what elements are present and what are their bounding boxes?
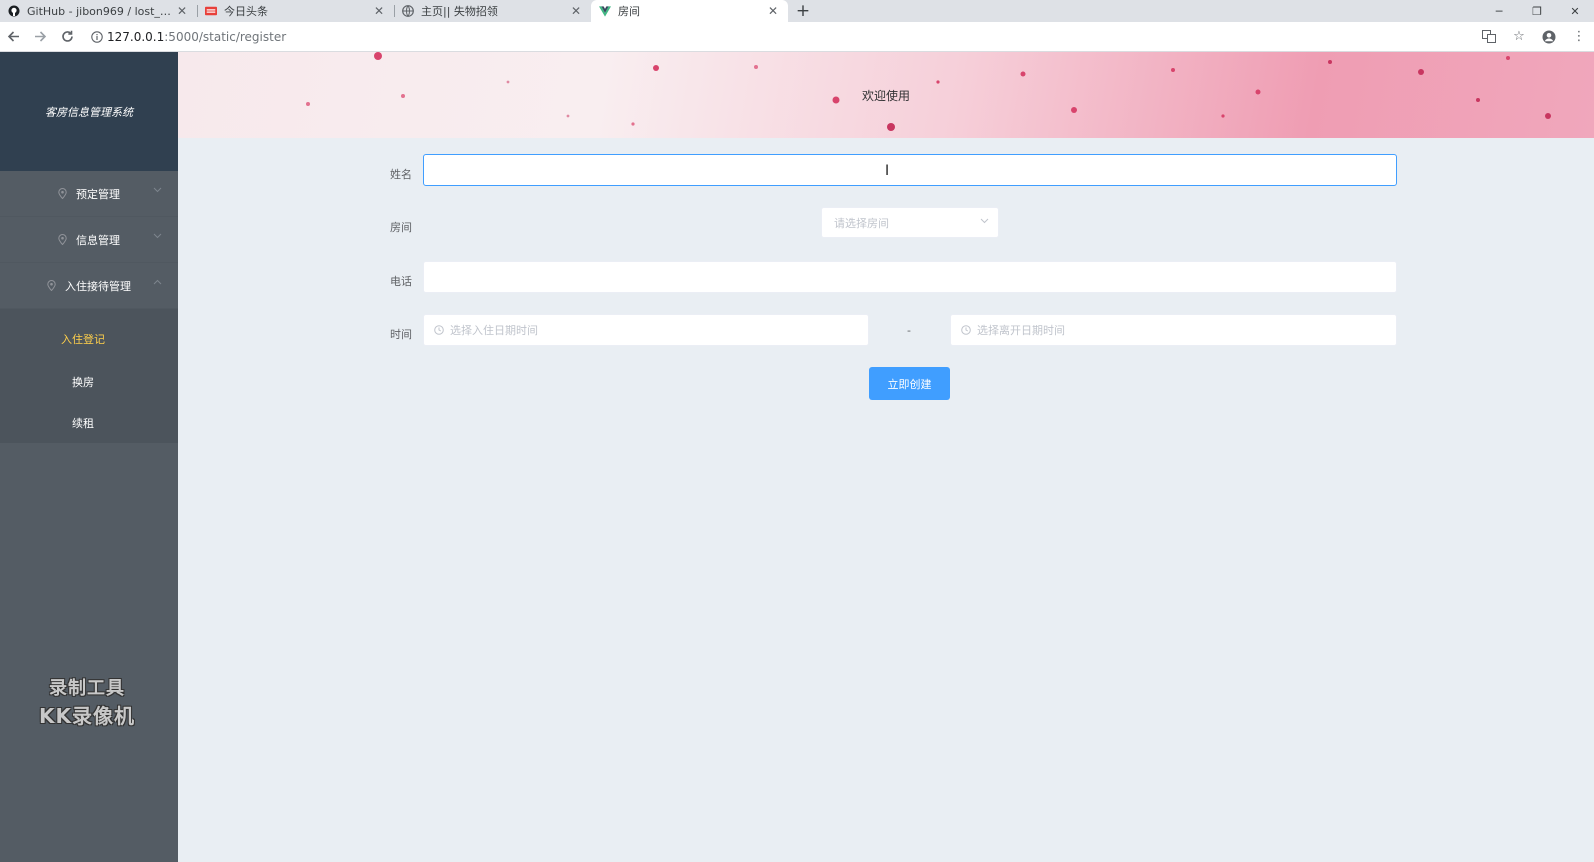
text-cursor-icon: I — [885, 163, 890, 179]
phone-label: 电话 — [390, 275, 412, 288]
checkout-datetime-picker[interactable]: 选择离开日期时间 — [950, 314, 1397, 346]
watermark-line-1: 录制工具 — [49, 678, 125, 699]
chevron-down-icon — [153, 233, 162, 239]
tab-title: 主页|| 失物招领 — [421, 5, 498, 18]
location-icon — [58, 188, 67, 199]
watermark-line-2: KK录像机 — [39, 704, 135, 728]
address-bar[interactable]: 127.0.0.1:5000/static/register — [87, 25, 1474, 49]
name-input[interactable]: I — [423, 154, 1397, 186]
room-select-placeholder: 请选择房间 — [834, 216, 889, 230]
forward-icon[interactable] — [27, 24, 54, 50]
range-separator: - — [907, 324, 911, 337]
room-select[interactable]: 请选择房间 — [821, 207, 999, 238]
location-icon — [47, 280, 56, 291]
back-icon[interactable] — [0, 24, 27, 50]
translate-icon[interactable] — [1474, 30, 1504, 43]
close-tab-icon[interactable]: ✕ — [372, 4, 386, 18]
clock-icon — [961, 325, 971, 335]
toutiao-icon — [205, 5, 217, 17]
menu-label: 入住接待管理 — [65, 279, 131, 293]
info-icon[interactable] — [87, 30, 107, 43]
room-label: 房间 — [390, 221, 412, 234]
close-tab-icon[interactable]: ✕ — [175, 4, 189, 18]
browser-toolbar: 127.0.0.1:5000/static/register ☆ ⋮ — [0, 22, 1594, 52]
browser-tab-toutiao[interactable]: 今日头条 ✕ — [197, 0, 394, 22]
browser-tab-bar: GitHub - jibon969 / lost_and_ ✕ 今日头条 ✕ 主… — [0, 0, 1594, 22]
submenu-item-change-room[interactable]: 换房 — [0, 361, 178, 402]
github-icon — [8, 5, 20, 17]
tab-title: GitHub - jibon969 / lost_and_ — [27, 4, 175, 18]
name-label: 姓名 — [390, 168, 412, 181]
app-root: 客房信息管理系统 预定管理 信息管理 入住接待管理 入住登记 换房 续租 录制工… — [0, 52, 1594, 862]
chevron-up-icon — [153, 279, 162, 285]
create-now-button[interactable]: 立即创建 — [869, 367, 950, 400]
sidebar: 客房信息管理系统 预定管理 信息管理 入住接待管理 入住登记 换房 续租 录制工… — [0, 52, 178, 862]
account-icon[interactable] — [1534, 30, 1564, 44]
close-tab-icon[interactable]: ✕ — [766, 4, 780, 18]
checkout-placeholder: 选择离开日期时间 — [977, 324, 1065, 337]
time-label: 时间 — [390, 328, 412, 341]
browser-tab-lost-found[interactable]: 主页|| 失物招领 ✕ — [394, 0, 591, 22]
page-title: 欢迎使用 — [861, 88, 910, 103]
phone-input[interactable] — [423, 261, 1397, 293]
star-icon[interactable]: ☆ — [1504, 29, 1534, 44]
globe-icon — [402, 5, 414, 17]
main-content: 欢迎使用 姓名 I 房间 请选择房间 电话 时间 选择入住日期时间 - 选择离开… — [178, 52, 1594, 862]
menu-label: 信息管理 — [76, 233, 120, 247]
vue-icon — [599, 5, 611, 17]
tab-title: 今日头条 — [224, 5, 268, 18]
submenu-item-checkin-register[interactable]: 入住登记 — [0, 309, 178, 361]
recorder-watermark: 录制工具 KK录像机 — [22, 674, 152, 729]
menu-label: 预定管理 — [76, 187, 120, 201]
clock-icon — [434, 325, 444, 335]
submenu-checkin: 入住登记 换房 续租 — [0, 309, 178, 443]
chevron-down-icon — [153, 187, 162, 193]
chevron-down-icon — [980, 218, 989, 224]
checkin-datetime-picker[interactable]: 选择入住日期时间 — [423, 314, 869, 346]
tab-title: 房间 — [618, 5, 640, 18]
window-controls: ─ ❐ ✕ — [1480, 0, 1594, 22]
browser-tab-room[interactable]: 房间 ✕ — [591, 0, 788, 22]
menu-kebab-icon[interactable]: ⋮ — [1564, 29, 1594, 44]
reload-icon[interactable] — [54, 24, 81, 50]
browser-tab-github[interactable]: GitHub - jibon969 / lost_and_ ✕ — [0, 0, 197, 22]
close-window-icon[interactable]: ✕ — [1556, 0, 1594, 22]
location-icon — [58, 234, 67, 245]
restore-icon[interactable]: ❐ — [1518, 0, 1556, 22]
checkin-placeholder: 选择入住日期时间 — [450, 324, 538, 337]
menu-information[interactable]: 信息管理 — [0, 217, 178, 263]
menu-checkin-reception[interactable]: 入住接待管理 — [0, 263, 178, 309]
url-host: 127.0.0.1 — [107, 29, 165, 44]
url-path: :5000/static/register — [164, 29, 287, 44]
close-tab-icon[interactable]: ✕ — [569, 4, 583, 18]
app-logo: 客房信息管理系统 — [0, 52, 178, 171]
menu-reservation[interactable]: 预定管理 — [0, 171, 178, 217]
header-banner: 欢迎使用 — [178, 52, 1594, 138]
submenu-item-renew[interactable]: 续租 — [0, 402, 178, 443]
minimize-icon[interactable]: ─ — [1480, 0, 1518, 22]
new-tab-button[interactable]: + — [788, 0, 818, 22]
